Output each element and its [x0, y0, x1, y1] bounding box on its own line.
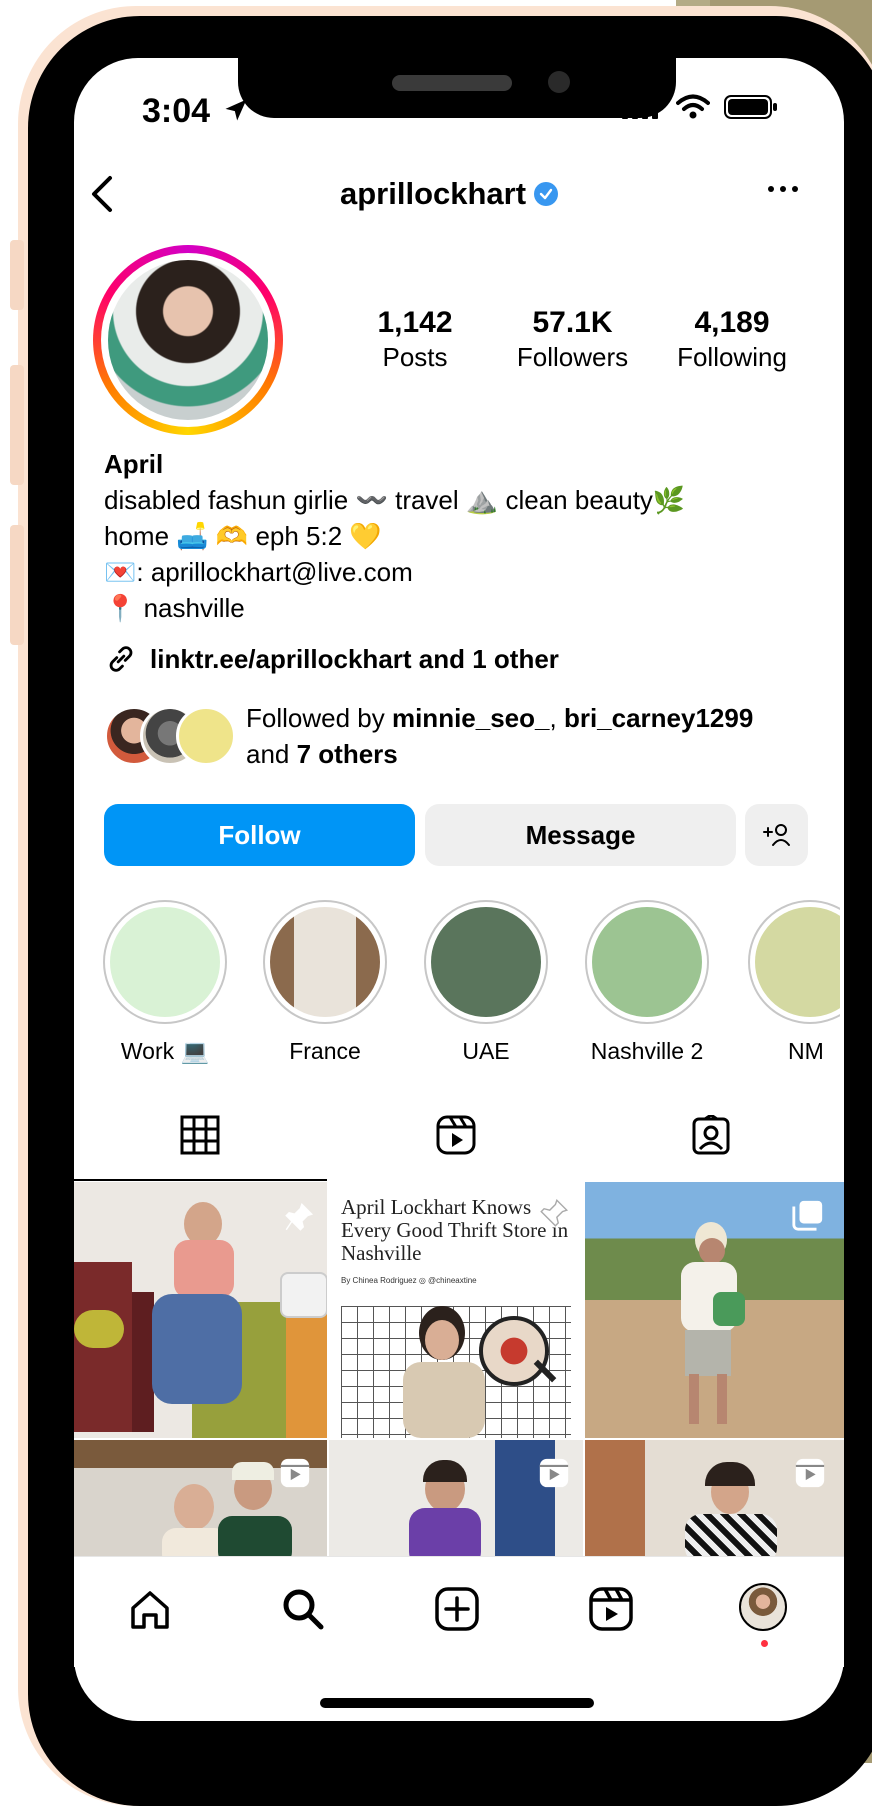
- bio-line-2: home 🛋️ 🫶 eph 5:2 💛: [104, 521, 382, 551]
- status-time: 3:04: [142, 92, 211, 130]
- active-tab-indicator: [74, 1179, 327, 1181]
- stat-posts[interactable]: 1,142 Posts: [360, 306, 470, 373]
- followed-by-text[interactable]: Followed by minnie_seo_, bri_carney1299 …: [246, 700, 753, 772]
- stat-followers-label: Followers: [516, 342, 629, 372]
- followed-by-user-1[interactable]: minnie_seo_: [392, 703, 550, 733]
- reels-tab-icon[interactable]: [436, 1115, 476, 1155]
- article-byline: By Chinea Rodriguez ◎ @chineaxtine: [341, 1276, 477, 1285]
- side-button-volume-down: [10, 525, 24, 645]
- highlight-cover: [755, 907, 840, 1017]
- profile-nav-avatar[interactable]: [739, 1583, 787, 1631]
- reel-icon: [795, 1458, 825, 1488]
- stat-posts-number: 1,142: [377, 306, 453, 339]
- followed-by-separator: ,: [549, 703, 564, 733]
- highlight-cover: [110, 907, 220, 1017]
- bio-line-4: 📍 nashville: [104, 593, 245, 623]
- followed-by-others[interactable]: 7 others: [297, 739, 398, 769]
- highlight-cover: [270, 907, 380, 1017]
- stat-followers-number: 57.1K: [532, 306, 613, 339]
- link-icon: [109, 646, 133, 672]
- mutual-avatar-3: [176, 706, 236, 766]
- grid-tab-icon[interactable]: [180, 1115, 220, 1155]
- followed-by-and: and: [246, 739, 297, 769]
- carousel-icon: [792, 1200, 823, 1231]
- followed-by-user-2[interactable]: bri_carney1299: [564, 703, 753, 733]
- bio-name: April: [104, 449, 164, 479]
- suggested-users-button[interactable]: [745, 804, 808, 866]
- front-camera: [548, 71, 570, 93]
- bio-line-1: disabled fashun girlie 〰️ travel ⛰️ clea…: [104, 485, 686, 515]
- stat-following[interactable]: 4,189 Following: [662, 306, 802, 373]
- create-post-nav-icon[interactable]: [434, 1586, 480, 1632]
- battery-icon: [724, 95, 777, 119]
- side-button-mute: [10, 240, 24, 310]
- stat-followers[interactable]: 57.1K Followers: [500, 306, 645, 373]
- follow-button[interactable]: Follow: [104, 804, 415, 866]
- highlight-label: France: [289, 1038, 361, 1064]
- notification-dot: [761, 1640, 768, 1647]
- highlight-nashville-2[interactable]: Nashville 2: [583, 900, 711, 1065]
- profile-bio: April disabled fashun girlie 〰️ travel ⛰…: [104, 446, 685, 626]
- speaker: [392, 75, 512, 91]
- profile-avatar[interactable]: [108, 260, 268, 420]
- wifi-icon: [676, 94, 710, 119]
- search-nav-icon[interactable]: [280, 1586, 326, 1632]
- link-text: linktr.ee/aprillockhart and 1 other: [150, 643, 559, 674]
- highlight-uae[interactable]: UAE: [422, 900, 550, 1065]
- reels-nav-icon[interactable]: [588, 1586, 634, 1632]
- highlight-cover: [431, 907, 541, 1017]
- post-tile[interactable]: April Lockhart Knows Every Good Thrift S…: [329, 1182, 583, 1438]
- stat-posts-label: Posts: [382, 342, 448, 372]
- pin-icon: [540, 1198, 569, 1227]
- followed-by-prefix: Followed by: [246, 703, 392, 733]
- highlight-label: Work 💻: [120, 1038, 210, 1064]
- username-text: aprillockhart: [340, 176, 527, 211]
- post-tile[interactable]: [585, 1182, 844, 1438]
- pin-icon: [285, 1202, 314, 1231]
- post-tile[interactable]: [329, 1440, 583, 1560]
- highlight-label: Nashville 2: [590, 1038, 704, 1064]
- message-button[interactable]: Message: [425, 804, 736, 866]
- home-nav-icon[interactable]: [128, 1588, 172, 1632]
- add-person-icon: [762, 824, 790, 846]
- highlight-label: NM: [788, 1038, 824, 1064]
- profile-link[interactable]: linktr.ee/aprillockhart and 1 other: [104, 642, 559, 676]
- stat-following-label: Following: [677, 342, 787, 372]
- tagged-tab-icon[interactable]: [691, 1115, 731, 1155]
- highlight-work[interactable]: Work 💻: [101, 900, 229, 1065]
- back-arrow-icon[interactable]: [88, 174, 118, 214]
- more-options-icon[interactable]: [768, 186, 798, 192]
- highlight-cover: [592, 907, 702, 1017]
- bio-line-3: 💌: aprillockhart@live.com: [104, 557, 413, 587]
- verified-badge-icon: [534, 182, 559, 206]
- profile-username: aprillockhart: [340, 176, 559, 212]
- highlight-france[interactable]: France: [261, 900, 389, 1065]
- reel-icon: [539, 1458, 569, 1488]
- reel-icon: [280, 1458, 310, 1488]
- home-indicator: [320, 1698, 594, 1708]
- stat-following-number: 4,189: [694, 306, 770, 339]
- post-tile[interactable]: [74, 1440, 327, 1560]
- side-button-volume-up: [10, 365, 24, 485]
- highlight-label: UAE: [462, 1038, 510, 1064]
- post-tile[interactable]: [585, 1440, 844, 1560]
- highlight-nm[interactable]: NM: [744, 900, 840, 1065]
- mutual-followers-avatars[interactable]: [104, 706, 236, 766]
- post-tile[interactable]: [74, 1182, 327, 1438]
